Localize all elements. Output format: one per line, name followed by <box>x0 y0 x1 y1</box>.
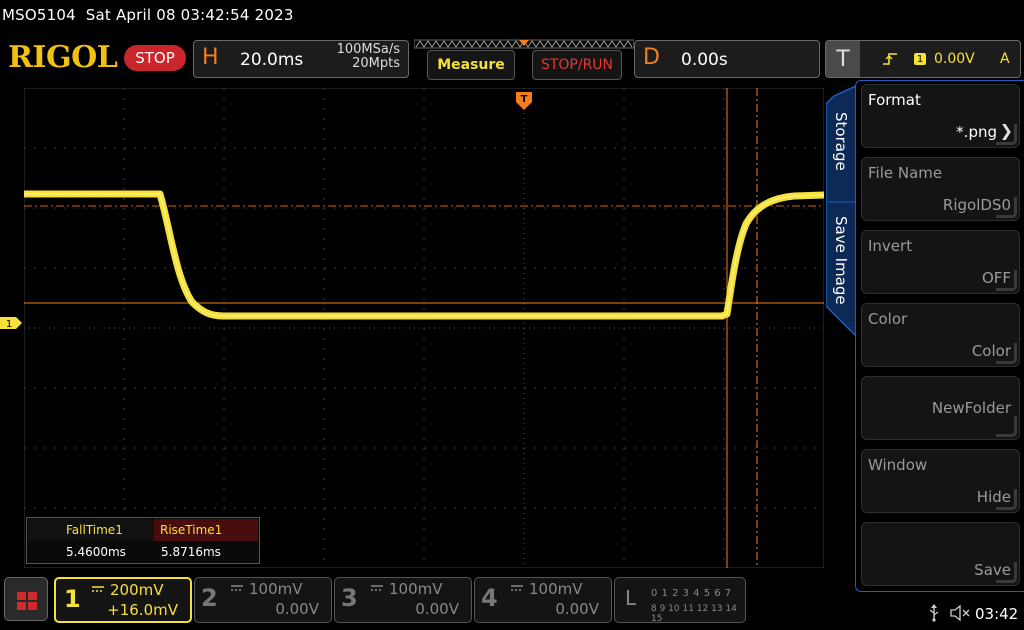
menu-file-name[interactable]: File Name RigolDS0 <box>861 157 1020 221</box>
status-line: MSO5104 Sat April 08 03:42:54 2023 <box>2 6 294 24</box>
menu-format[interactable]: Format *.png ❯ <box>861 84 1020 148</box>
channel4-scale: 100mV <box>529 580 583 598</box>
file-name-value: RigolDS0 <box>942 196 1011 214</box>
svg-text:T: T <box>521 94 528 105</box>
model-name: MSO5104 <box>2 6 76 24</box>
tab-save-image[interactable]: Save Image <box>832 216 850 305</box>
trigger-mode: A <box>1000 51 1010 67</box>
sample-rate: 100MSa/s <box>336 42 400 57</box>
grid-menu-icon <box>17 592 37 610</box>
logic-channels-low: 0 1 2 3 4 5 6 7 <box>651 588 732 599</box>
channel3-number: 3 <box>341 584 358 612</box>
memory-depth: 20Mpts <box>352 56 400 71</box>
horizontal-settings[interactable]: H 20.0ms 100MSa/s 20Mpts <box>193 40 409 78</box>
menu-color[interactable]: Color Color <box>861 303 1020 367</box>
dc-coupling-icon <box>371 585 383 591</box>
menu-new-folder[interactable]: NewFolder <box>861 376 1020 440</box>
trigger-position-bar <box>414 39 634 49</box>
delay-value: 0.00s <box>681 50 728 70</box>
invert-title: Invert <box>868 237 913 255</box>
channel2-number: 2 <box>201 584 218 612</box>
save-label: Save <box>974 561 1011 579</box>
speaker-muted-icon[interactable] <box>950 604 970 622</box>
rise-time-value: 5.8716ms <box>161 545 221 559</box>
format-title: Format <box>868 91 921 109</box>
rigol-logo: RIGOL <box>8 40 118 75</box>
channel4-offset: 0.00V <box>555 600 599 618</box>
tab-storage[interactable]: Storage <box>832 112 850 171</box>
dc-coupling-icon <box>511 585 523 591</box>
measurement-panel[interactable]: FallTime1 RiseTime1 5.4600ms 5.8716ms <box>26 517 260 564</box>
datetime: Sat April 08 03:42:54 2023 <box>85 6 294 24</box>
menu-invert[interactable]: Invert OFF <box>861 230 1020 294</box>
window-title: Window <box>868 456 928 474</box>
channel1-number: 1 <box>64 585 81 613</box>
svg-text:1: 1 <box>6 319 12 329</box>
channel3-offset: 0.00V <box>415 600 459 618</box>
menu-window[interactable]: Window Hide <box>861 449 1020 513</box>
home-button[interactable] <box>4 577 48 621</box>
invert-value: OFF <box>981 269 1011 287</box>
trigger-source-badge: 1 <box>914 53 926 65</box>
new-folder-label: NewFolder <box>931 399 1011 417</box>
color-title: Color <box>868 310 908 328</box>
menu-save[interactable]: Save <box>861 522 1020 586</box>
rising-edge-icon <box>883 53 897 65</box>
trigger-label: T <box>826 41 860 77</box>
clock: 03:42 <box>975 605 1019 623</box>
format-value: *.png <box>956 123 997 141</box>
timebase-value: 20.0ms <box>240 50 304 70</box>
measure-button[interactable]: Measure <box>427 50 515 80</box>
logic-channels-high: 8 9 10 11 12 13 14 15 <box>651 604 737 624</box>
rise-time-label: RiseTime1 <box>154 519 258 541</box>
trigger-settings[interactable]: T 1 0.00V A <box>825 40 1021 78</box>
fall-time-label: FallTime1 <box>28 519 154 541</box>
horizontal-label: H <box>202 45 219 70</box>
channel1-scale: 200mV <box>110 581 164 599</box>
trigger-level: 0.00V <box>934 51 975 67</box>
usb-icon <box>929 604 939 622</box>
run-state-badge[interactable]: STOP <box>124 45 186 71</box>
channel1-settings[interactable]: 1 200mV +16.0mV <box>54 577 192 623</box>
color-value: Color <box>971 342 1011 360</box>
channel4-number: 4 <box>481 584 498 612</box>
delay-label: D <box>643 45 660 70</box>
delay-settings[interactable]: D 0.00s <box>634 40 820 78</box>
channel2-settings[interactable]: 2 100mV 0.00V <box>194 577 332 623</box>
logic-label: L <box>625 586 637 610</box>
channel3-scale: 100mV <box>389 580 443 598</box>
channel3-settings[interactable]: 3 100mV 0.00V <box>334 577 472 623</box>
stop-run-button[interactable]: STOP/RUN <box>532 50 622 80</box>
fall-time-value: 5.4600ms <box>66 545 126 559</box>
channel2-offset: 0.00V <box>275 600 319 618</box>
file-name-title: File Name <box>868 164 943 182</box>
channel1-offset-marker[interactable]: 1 <box>0 317 22 329</box>
dc-coupling-icon <box>92 586 104 592</box>
logic-analyzer-settings[interactable]: L 0 1 2 3 4 5 6 7 8 9 10 11 12 13 14 15 <box>614 577 746 624</box>
channel2-scale: 100mV <box>249 580 303 598</box>
channel1-offset: +16.0mV <box>107 601 178 619</box>
window-value: Hide <box>976 488 1011 506</box>
chevron-right-icon: ❯ <box>999 121 1013 140</box>
waveform-display[interactable]: T <box>24 88 824 568</box>
dc-coupling-icon <box>231 585 243 591</box>
channel4-settings[interactable]: 4 100mV 0.00V <box>474 577 612 623</box>
